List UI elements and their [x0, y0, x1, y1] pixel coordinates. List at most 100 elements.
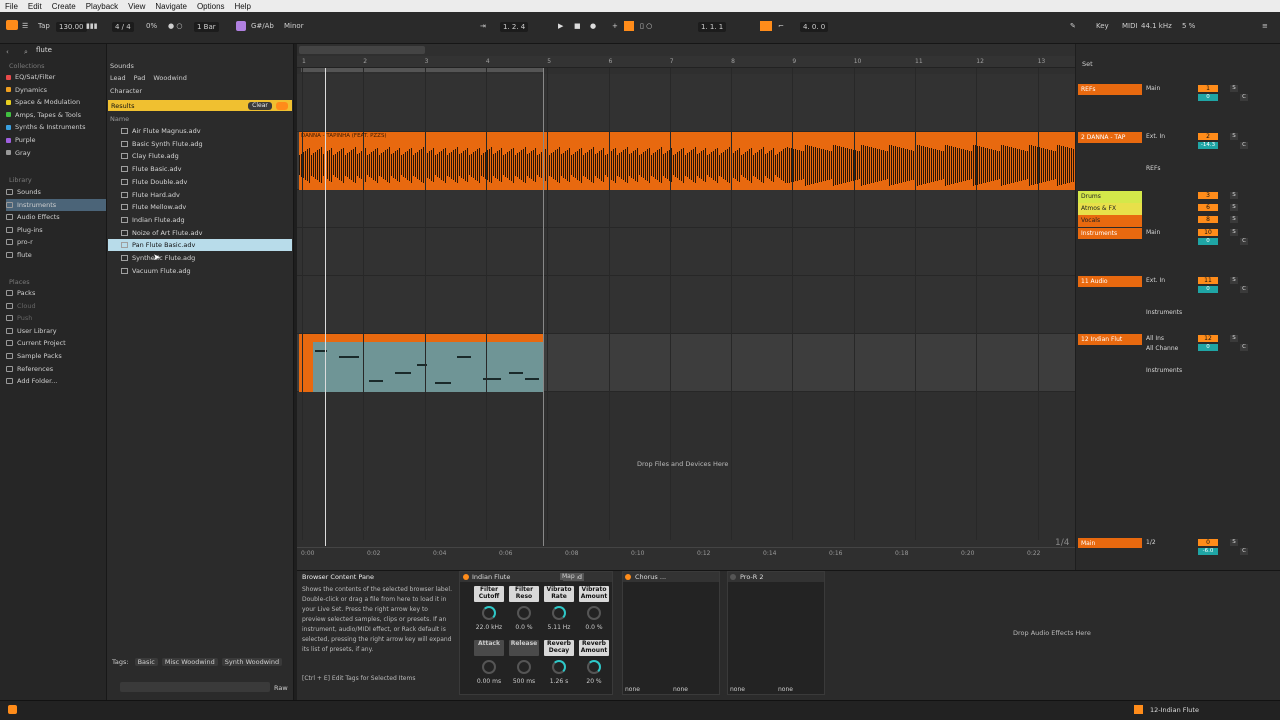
- track-activator[interactable]: 0: [1198, 539, 1218, 546]
- loop-brace[interactable]: [301, 68, 543, 72]
- punch-icon[interactable]: ⌐: [778, 22, 784, 30]
- raw-button[interactable]: Raw: [274, 684, 288, 692]
- track-activator[interactable]: 1: [1198, 85, 1218, 92]
- add-filter-icon[interactable]: [276, 102, 288, 110]
- track-output[interactable]: Instruments: [1146, 309, 1182, 316]
- place-item[interactable]: Push: [6, 312, 106, 324]
- macro-button[interactable]: Release: [509, 640, 539, 656]
- pan-control[interactable]: C: [1240, 548, 1248, 555]
- live-logo-icon[interactable]: [6, 20, 18, 30]
- clear-button[interactable]: Clear: [248, 102, 272, 110]
- pror-macro-a[interactable]: none: [730, 686, 745, 693]
- file-item[interactable]: Clay Flute.adg: [108, 150, 292, 162]
- solo-button[interactable]: S: [1230, 133, 1238, 140]
- collection-item[interactable]: Purple: [6, 134, 106, 146]
- pan-control[interactable]: C: [1240, 94, 1248, 101]
- file-item[interactable]: Flute Mellow.adv: [108, 201, 292, 213]
- midi-map-button[interactable]: MIDI: [1122, 22, 1138, 30]
- solo-button[interactable]: S: [1230, 85, 1238, 92]
- macro-button[interactable]: Filter Reso: [509, 586, 539, 602]
- bar-ruler[interactable]: 1 2 3 4 5 6 7 8 9 10 11 12 13: [297, 56, 1075, 68]
- track-volume[interactable]: 0: [1198, 344, 1218, 351]
- place-item[interactable]: Current Project: [6, 337, 106, 349]
- file-item[interactable]: Flute Basic.adv: [108, 163, 292, 175]
- lane-audio[interactable]: [297, 276, 1075, 334]
- quantize-select[interactable]: 1 Bar: [194, 22, 219, 32]
- place-item[interactable]: User Library: [6, 325, 106, 337]
- metronome-icon[interactable]: ▮▮▮: [86, 22, 98, 30]
- file-item[interactable]: Air Flute Magnus.adv: [108, 125, 292, 137]
- track-volume[interactable]: 0: [1198, 286, 1218, 293]
- song-position[interactable]: 1. 2. 4: [500, 22, 529, 32]
- loop-switch-icon[interactable]: [760, 21, 772, 31]
- track-output[interactable]: REFs: [1146, 165, 1161, 172]
- chorus-name[interactable]: Chorus ...: [635, 573, 666, 581]
- menu-options[interactable]: Options: [192, 2, 230, 11]
- pror-power-icon[interactable]: [730, 574, 736, 580]
- place-item[interactable]: Sample Packs: [6, 350, 106, 362]
- library-item[interactable]: flute: [6, 249, 106, 261]
- collection-item[interactable]: Dynamics: [6, 84, 106, 96]
- macro-button[interactable]: Vibrato Amount: [579, 586, 609, 602]
- track-activator[interactable]: 12: [1198, 335, 1218, 342]
- midi-note[interactable]: [525, 378, 539, 380]
- solo-button[interactable]: S: [1230, 204, 1238, 211]
- solo-button[interactable]: S: [1230, 216, 1238, 223]
- tag-chip[interactable]: Synth Woodwind: [221, 658, 283, 666]
- track-header[interactable]: Drums: [1078, 191, 1142, 203]
- loop-start[interactable]: 1. 1. 1: [698, 22, 727, 32]
- track-header[interactable]: 2 DANNA - TAP: [1078, 132, 1142, 143]
- record-button[interactable]: ●: [590, 22, 596, 30]
- stop-button[interactable]: ■: [574, 22, 581, 30]
- play-button[interactable]: ▶: [558, 22, 563, 30]
- midi-clip-notes[interactable]: [299, 342, 543, 392]
- filter-tag[interactable]: Woodwind: [153, 74, 187, 82]
- pan-control[interactable]: C: [1240, 344, 1248, 351]
- overdub-icon[interactable]: +: [612, 22, 618, 30]
- collection-item[interactable]: Amps, Tapes & Tools: [6, 109, 106, 121]
- map-button[interactable]: Map: [560, 573, 577, 580]
- collection-item[interactable]: EQ/Sat/Filter: [6, 71, 106, 83]
- session-record-icon[interactable]: ▯ ○: [640, 22, 652, 30]
- key-select[interactable]: G#/Ab: [251, 22, 274, 30]
- file-item[interactable]: Basic Synth Flute.adg: [108, 138, 292, 150]
- midi-note[interactable]: [457, 356, 471, 358]
- lane-refs[interactable]: [297, 74, 1075, 132]
- info-toggle-icon[interactable]: [8, 705, 17, 714]
- set-button[interactable]: Set: [1082, 60, 1093, 68]
- library-item[interactable]: Audio Effects: [6, 211, 106, 223]
- follow-icon[interactable]: ⇥: [480, 22, 486, 30]
- file-item[interactable]: Vacuum Flute.adg: [108, 265, 292, 277]
- tempo-field[interactable]: 130.00: [56, 22, 87, 32]
- track-activator[interactable]: 11: [1198, 277, 1218, 284]
- macro-knob[interactable]: [552, 660, 566, 674]
- collection-item[interactable]: Synths & Instruments: [6, 121, 106, 133]
- track-header[interactable]: Atmos & FX: [1078, 203, 1142, 215]
- solo-button[interactable]: S: [1230, 277, 1238, 284]
- macro-button[interactable]: Attack: [474, 640, 504, 656]
- macro-knob[interactable]: [552, 606, 566, 620]
- pror-macro-b[interactable]: none: [778, 686, 793, 693]
- midi-clip-header[interactable]: [299, 334, 543, 342]
- track-activator[interactable]: 2: [1198, 133, 1218, 140]
- macro-button[interactable]: Reverb Amount: [579, 640, 609, 656]
- library-item[interactable]: Instruments: [6, 198, 106, 211]
- track-volume[interactable]: 0: [1198, 94, 1218, 101]
- menu-navigate[interactable]: Navigate: [150, 2, 192, 11]
- place-item[interactable]: References: [6, 363, 106, 375]
- place-item[interactable]: Add Folder...: [6, 375, 106, 387]
- search-icon[interactable]: ⌕: [24, 48, 28, 57]
- midi-note[interactable]: [435, 382, 451, 384]
- menu-icon[interactable]: ≡: [1262, 22, 1268, 30]
- track-header[interactable]: Main: [1078, 538, 1142, 548]
- tag-chip[interactable]: Misc Woodwind: [161, 658, 218, 666]
- collection-item[interactable]: Space & Modulation: [6, 96, 106, 108]
- track-activator[interactable]: 10: [1198, 229, 1218, 236]
- library-item[interactable]: Sounds: [6, 186, 106, 198]
- track-input[interactable]: Main: [1146, 229, 1160, 236]
- solo-button[interactable]: S: [1230, 192, 1238, 199]
- track-header[interactable]: Instruments: [1078, 228, 1142, 239]
- menu-view[interactable]: View: [123, 2, 150, 11]
- midi-note[interactable]: [369, 380, 383, 382]
- back-icon[interactable]: ‹: [6, 48, 9, 56]
